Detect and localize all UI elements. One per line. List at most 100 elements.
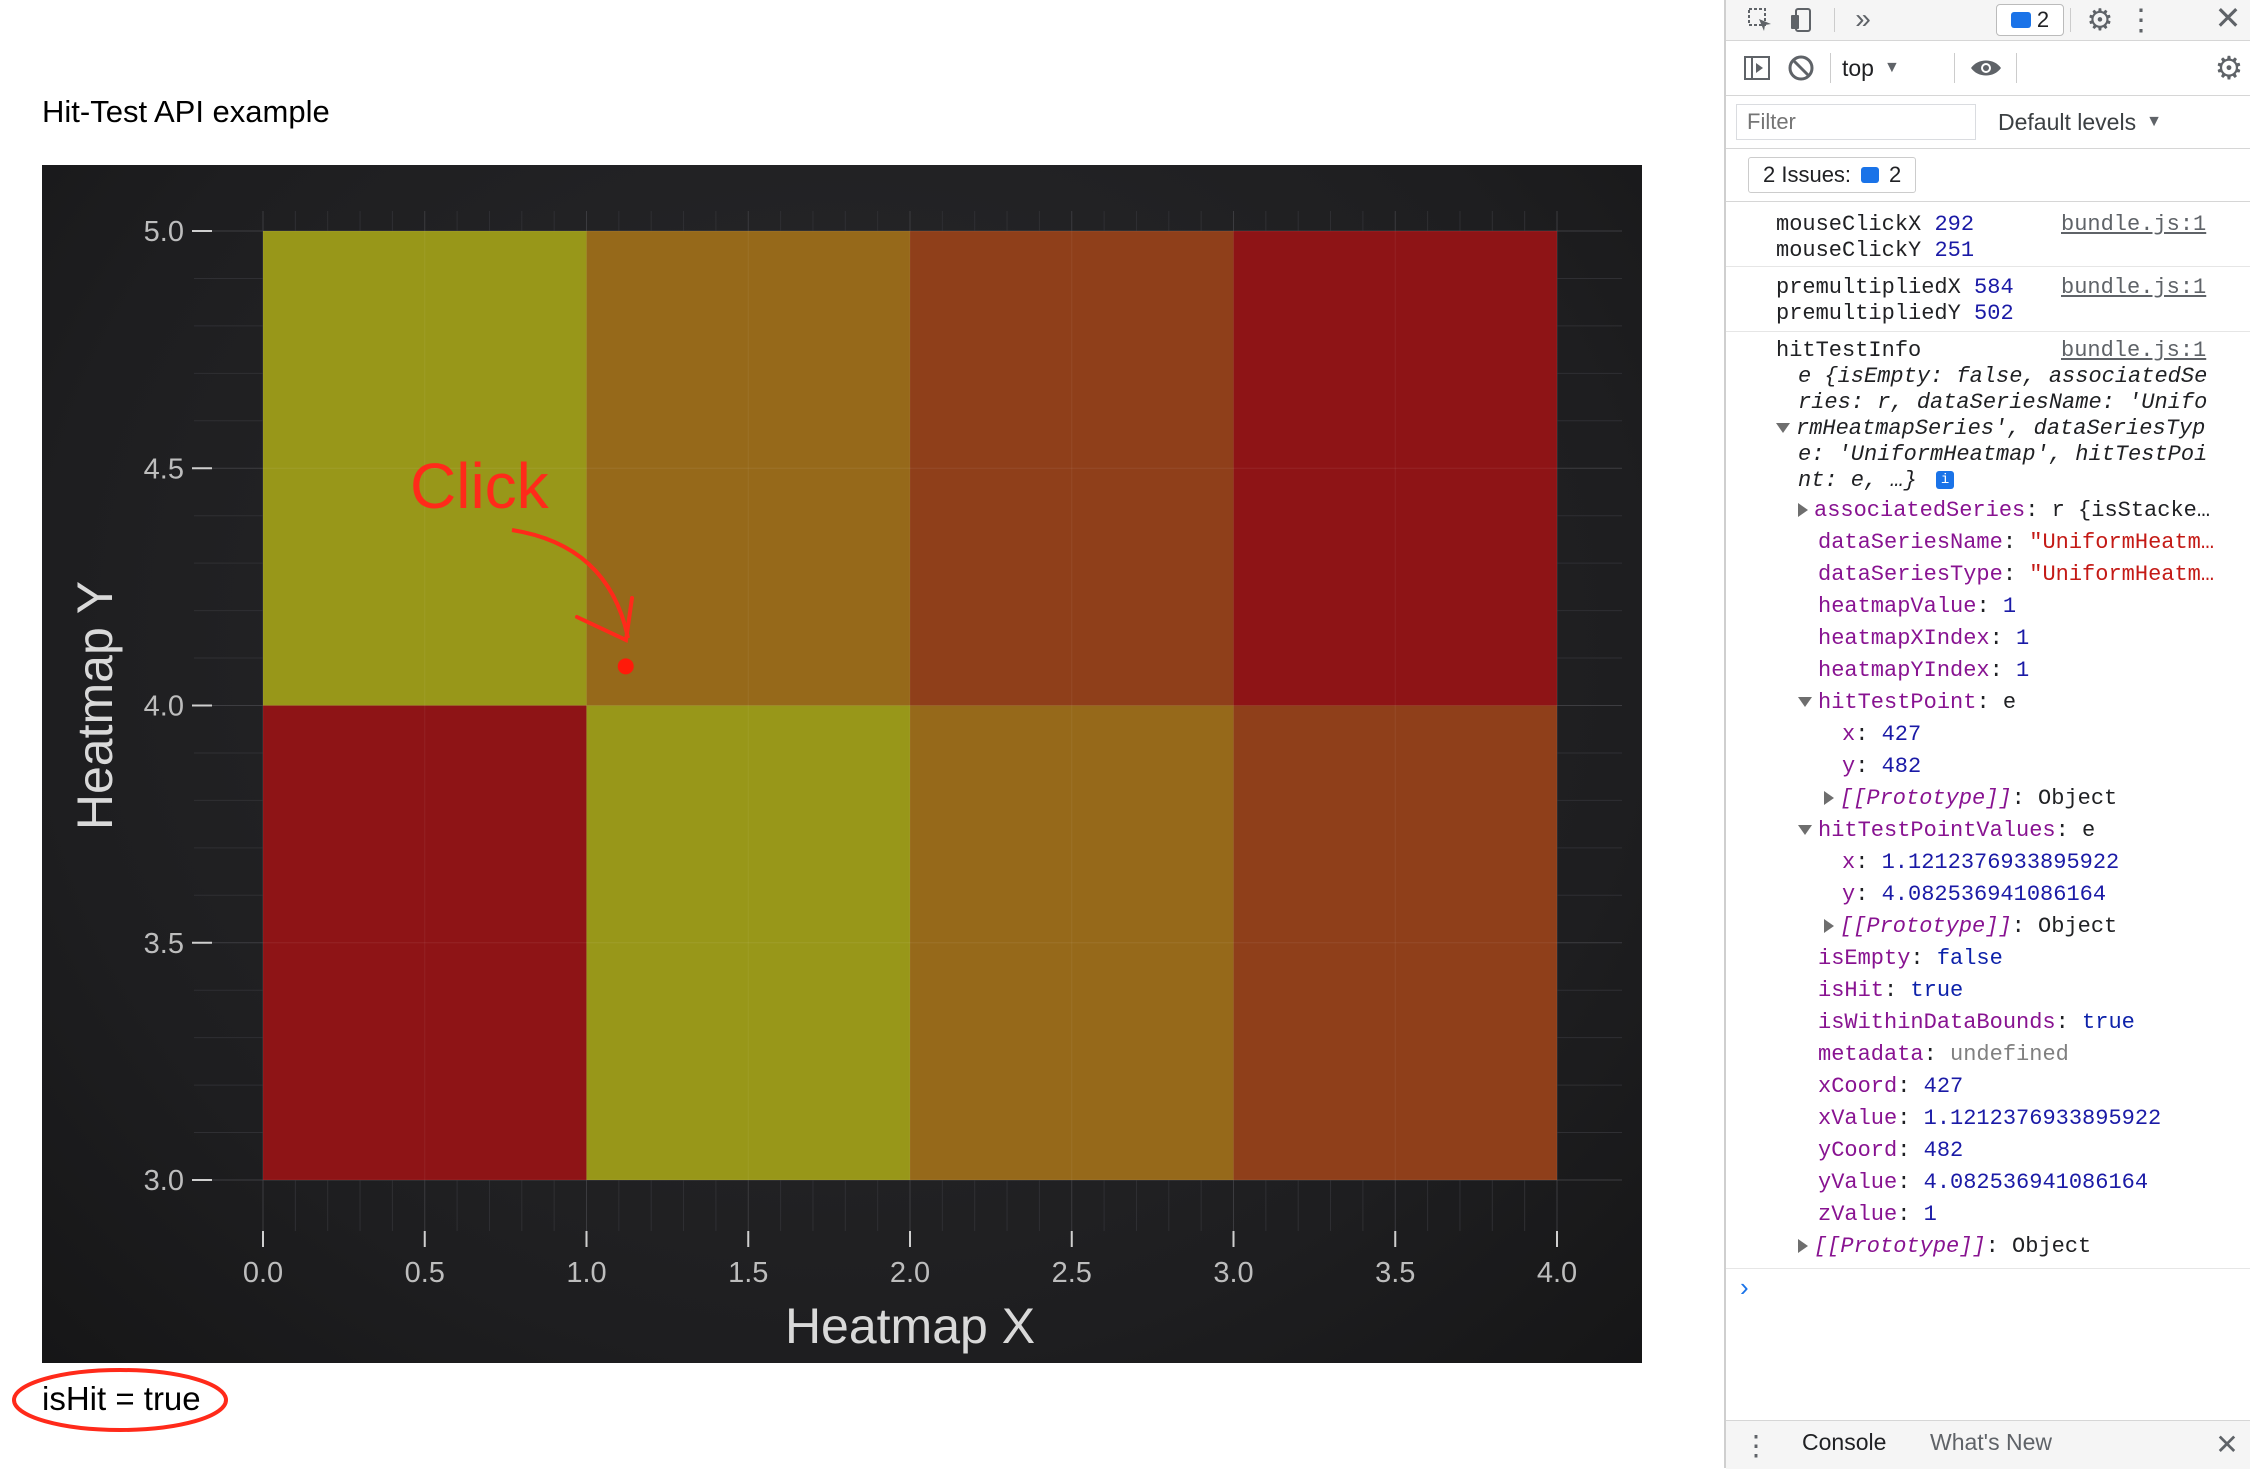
x-tick-label: 2.0 xyxy=(890,1257,930,1289)
close-drawer-icon[interactable]: ✕ xyxy=(2210,1427,2244,1461)
log-value: 584 xyxy=(1974,275,2014,300)
heatmap-chart[interactable]: 3.0 3.5 4.0 4.5 5.0 0.0 0.5 1.0 1.5 2.0 2.5 3.0 3.5 4… xyxy=(42,165,1642,1363)
tab-console[interactable]: Console xyxy=(1802,1429,1886,1456)
console-prompt[interactable]: › xyxy=(1740,1272,1749,1303)
prop-prototype[interactable]: [[Prototype]]: Object xyxy=(1798,1234,2091,1259)
issues-row: 2 Issues: 2 xyxy=(1726,149,2250,202)
issues-label: 2 Issues: xyxy=(1763,162,1852,187)
console-filter-input[interactable] xyxy=(1736,104,1976,140)
log-key: premultipliedY xyxy=(1776,301,1961,326)
y-tick-label: 4.5 xyxy=(144,453,184,485)
log-levels-label: Default levels xyxy=(1998,108,2137,135)
x-tick-label: 0.0 xyxy=(243,1257,283,1289)
log-levels-dropdown[interactable]: Default levels ▼ xyxy=(1998,106,2162,138)
click-point-marker xyxy=(617,658,634,675)
drawer-tabbar: ⋮ Console What's New ✕ xyxy=(1726,1420,2250,1469)
expand-triangle-icon xyxy=(1776,423,1790,434)
object-summary-line: e: 'UniformHeatmap', hitTestPoi xyxy=(1798,442,2208,467)
live-expression-eye-icon[interactable] xyxy=(1966,51,2006,85)
x-axis-title: Heatmap X xyxy=(785,1298,1035,1354)
hit-test-info-label: hitTestInfo xyxy=(1776,338,1922,363)
object-summary-line: e {isEmpty: false, associatedSe xyxy=(1798,364,2208,389)
console-message: premultipliedX 584 premultipliedY 502 bu… xyxy=(1726,267,2250,332)
customize-menu-icon[interactable]: ⋮ xyxy=(2126,2,2156,38)
log-key: premultipliedX xyxy=(1776,275,1961,300)
devtools-panel: » 2 ⚙ ⋮ ✕ top ▼ ⚙ Default levels xyxy=(1724,0,2250,1469)
device-toolbar-icon[interactable] xyxy=(1786,4,1818,36)
x-tick-label: 4.0 xyxy=(1537,1257,1577,1289)
source-link[interactable]: bundle.js:1 xyxy=(2061,338,2206,363)
chart-svg[interactable]: 3.0 3.5 4.0 4.5 5.0 0.0 0.5 1.0 1.5 2.0 2.5 3.0 3.5 4… xyxy=(42,165,1642,1363)
y-axis-title: Heatmap Y xyxy=(67,581,123,830)
console-toolbar: top ▼ ⚙ xyxy=(1726,41,2250,96)
expand-triangle-icon xyxy=(1824,791,1834,806)
x-tick-label: 1.0 xyxy=(566,1257,606,1289)
issue-message-icon xyxy=(1861,167,1880,183)
y-tick-label: 4.0 xyxy=(144,691,184,723)
prop-hit-test-point-y: y: 482 xyxy=(1842,754,1922,779)
x-tick-label: 1.5 xyxy=(728,1257,768,1289)
console-message-hit-test-info: hitTestInfo bundle.js:1 e {isEmpty: fals… xyxy=(1726,332,2250,1269)
log-value: 292 xyxy=(1934,212,1975,237)
x-tick-label: 3.0 xyxy=(1213,1257,1253,1289)
inspect-element-icon[interactable] xyxy=(1744,4,1776,36)
issues-count: 2 xyxy=(1889,162,1902,187)
sidebar-toggle-icon[interactable] xyxy=(1740,51,1774,85)
prop-hit-test-point-x: x: 427 xyxy=(1842,722,1922,747)
object-summary-line: nt: e, …} xyxy=(1798,468,1917,493)
prop-data-series-type: dataSeriesType: "UniformHeatm… xyxy=(1818,562,2215,587)
devtools-main-toolbar: » 2 ⚙ ⋮ ✕ xyxy=(1726,0,2250,41)
prop-y-coord: yCoord: 482 xyxy=(1818,1138,1964,1163)
log-key: mouseClickX xyxy=(1776,212,1922,237)
log-value: 251 xyxy=(1934,238,1975,263)
prop-is-within-data-bounds: isWithinDataBounds: true xyxy=(1818,1010,2135,1035)
context-selector-value: top xyxy=(1842,54,1874,81)
y-tick-label: 3.5 xyxy=(144,928,184,960)
prop-y-value: yValue: 4.082536941086164 xyxy=(1818,1170,2149,1195)
expand-triangle-icon xyxy=(1798,1239,1808,1254)
prop-prototype[interactable]: [[Prototype]]: Object xyxy=(1824,914,2117,939)
expand-triangle-icon xyxy=(1798,825,1812,836)
prop-hit-test-point-values[interactable]: hitTestPointValues: e xyxy=(1798,818,2095,843)
prop-is-empty: isEmpty: false xyxy=(1818,946,2003,971)
tab-whats-new[interactable]: What's New xyxy=(1930,1429,2052,1456)
close-devtools-icon[interactable]: ✕ xyxy=(2210,0,2246,36)
object-summary-line: ries: r, dataSeriesName: 'Unifo xyxy=(1798,390,2208,415)
expand-triangle-icon xyxy=(1798,503,1808,518)
context-selector[interactable]: top ▼ xyxy=(1842,51,1900,85)
prop-associated-series[interactable]: associatedSeries: r {isStacke… xyxy=(1798,498,2210,523)
issues-counter-button[interactable]: 2 xyxy=(1996,4,2064,36)
x-tick-label: 0.5 xyxy=(405,1257,445,1289)
drawer-menu-icon[interactable]: ⋮ xyxy=(1742,1427,1770,1463)
prop-x-coord: xCoord: 427 xyxy=(1818,1074,1964,1099)
console-settings-icon[interactable]: ⚙ xyxy=(2210,49,2248,87)
prop-metadata: metadata: undefined xyxy=(1818,1042,2069,1067)
source-link[interactable]: bundle.js:1 xyxy=(2061,212,2206,237)
x-tick-label: 2.5 xyxy=(1052,1257,1092,1289)
page-title: Hit-Test API example xyxy=(42,94,330,129)
dropdown-arrow-icon: ▼ xyxy=(1883,59,1900,76)
prop-x-value: xValue: 1.1212376933895922 xyxy=(1818,1106,2162,1131)
clear-console-icon[interactable] xyxy=(1784,51,1818,85)
chevron-down-icon: ▼ xyxy=(2146,113,2162,130)
settings-gear-icon[interactable]: ⚙ xyxy=(2082,2,2118,38)
expand-triangle-icon xyxy=(1798,697,1812,708)
message-icon xyxy=(2010,12,2031,28)
prop-data-series-name: dataSeriesName: "UniformHeatm… xyxy=(1818,530,2215,555)
filter-row: Default levels ▼ xyxy=(1726,96,2250,149)
issues-button[interactable]: 2 Issues: 2 xyxy=(1748,157,1917,193)
more-tabs-icon[interactable]: » xyxy=(1846,2,1880,36)
console-message: mouseClickX 292 mouseClickY 251 bundle.j… xyxy=(1726,202,2250,267)
is-hit-result: isHit = true xyxy=(42,1380,201,1417)
expand-triangle-icon xyxy=(1824,919,1834,934)
issues-counter: 2 xyxy=(2036,7,2050,32)
y-tick-label: 5.0 xyxy=(144,216,184,248)
object-expander[interactable]: rmHeatmapSeries', dataSeriesTyp xyxy=(1776,416,2205,441)
prop-hit-test-point[interactable]: hitTestPoint: e xyxy=(1798,690,2016,715)
log-value: 502 xyxy=(1974,301,2014,326)
info-icon[interactable]: i xyxy=(1936,471,1955,490)
prop-hit-test-point-values-y: y: 4.082536941086164 xyxy=(1842,882,2107,907)
object-summary-line: rmHeatmapSeries', dataSeriesTyp xyxy=(1796,416,2206,441)
prop-prototype[interactable]: [[Prototype]]: Object xyxy=(1824,786,2117,811)
source-link[interactable]: bundle.js:1 xyxy=(2061,275,2206,300)
